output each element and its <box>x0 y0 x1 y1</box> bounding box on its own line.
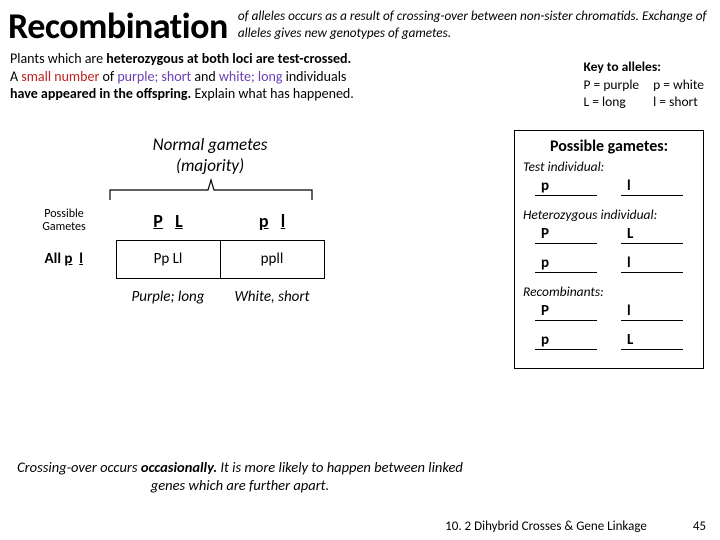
phenotype-label: White, short <box>220 278 324 316</box>
title-description: of alleles occurs as a result of crossin… <box>238 4 712 41</box>
punnett-table: Possible Gametes P L p l All p l Pp Ll p… <box>12 202 325 316</box>
footer-source: 10. 2 Dihybrid Crosses & Gene Linkage <box>445 519 647 534</box>
key-item: p = white <box>653 76 704 94</box>
gbox-sub-test: Test individual: <box>523 158 695 175</box>
normal-gametes-heading: Normal gametes(majority) <box>100 134 320 176</box>
allele: p <box>535 254 597 273</box>
page-number: 45 <box>693 519 706 534</box>
col-head: P L <box>116 202 220 240</box>
allele: L <box>621 331 683 350</box>
footer: 10. 2 Dihybrid Crosses & Gene Linkage 45 <box>445 519 706 534</box>
bracket-icon <box>108 178 314 202</box>
gbox-sub-rec: Recombinants: <box>523 283 695 300</box>
key-item: l = short <box>653 93 704 111</box>
row-head: All p l <box>12 240 116 278</box>
key-title: Key to alleles: <box>584 58 704 76</box>
allele: p <box>535 331 597 350</box>
allele: l <box>621 177 683 196</box>
allele: p <box>535 177 597 196</box>
gbox-title: Possible gametes: <box>523 137 695 156</box>
allele: L <box>621 225 683 244</box>
possible-gametes-box: Possible gametes: Test individual: p l He… <box>514 130 704 369</box>
crossing-over-note: Crossing-over occurs occasionally. It is… <box>0 458 480 494</box>
key-item: L = long <box>584 93 640 111</box>
row-label: Possible Gametes <box>12 202 116 240</box>
col-head: p l <box>220 202 324 240</box>
genotype-cell: ppll <box>220 240 324 278</box>
phenotype-label: Purple; long <box>116 278 220 316</box>
genotype-cell: Pp Ll <box>116 240 220 278</box>
gbox-sub-het: Heterozygous individual: <box>523 206 695 223</box>
key-item: P = purple <box>584 76 640 94</box>
allele-key: Key to alleles: P = purple p = white L =… <box>584 58 704 111</box>
allele: P <box>535 302 597 321</box>
allele: P <box>535 225 597 244</box>
allele: l <box>621 254 683 273</box>
title-row: Recombination of alleles occurs as a res… <box>0 0 720 48</box>
page-title: Recombination <box>8 4 228 48</box>
intro-text: Plants which are heterozygous at both lo… <box>0 48 420 103</box>
allele: l <box>621 302 683 321</box>
